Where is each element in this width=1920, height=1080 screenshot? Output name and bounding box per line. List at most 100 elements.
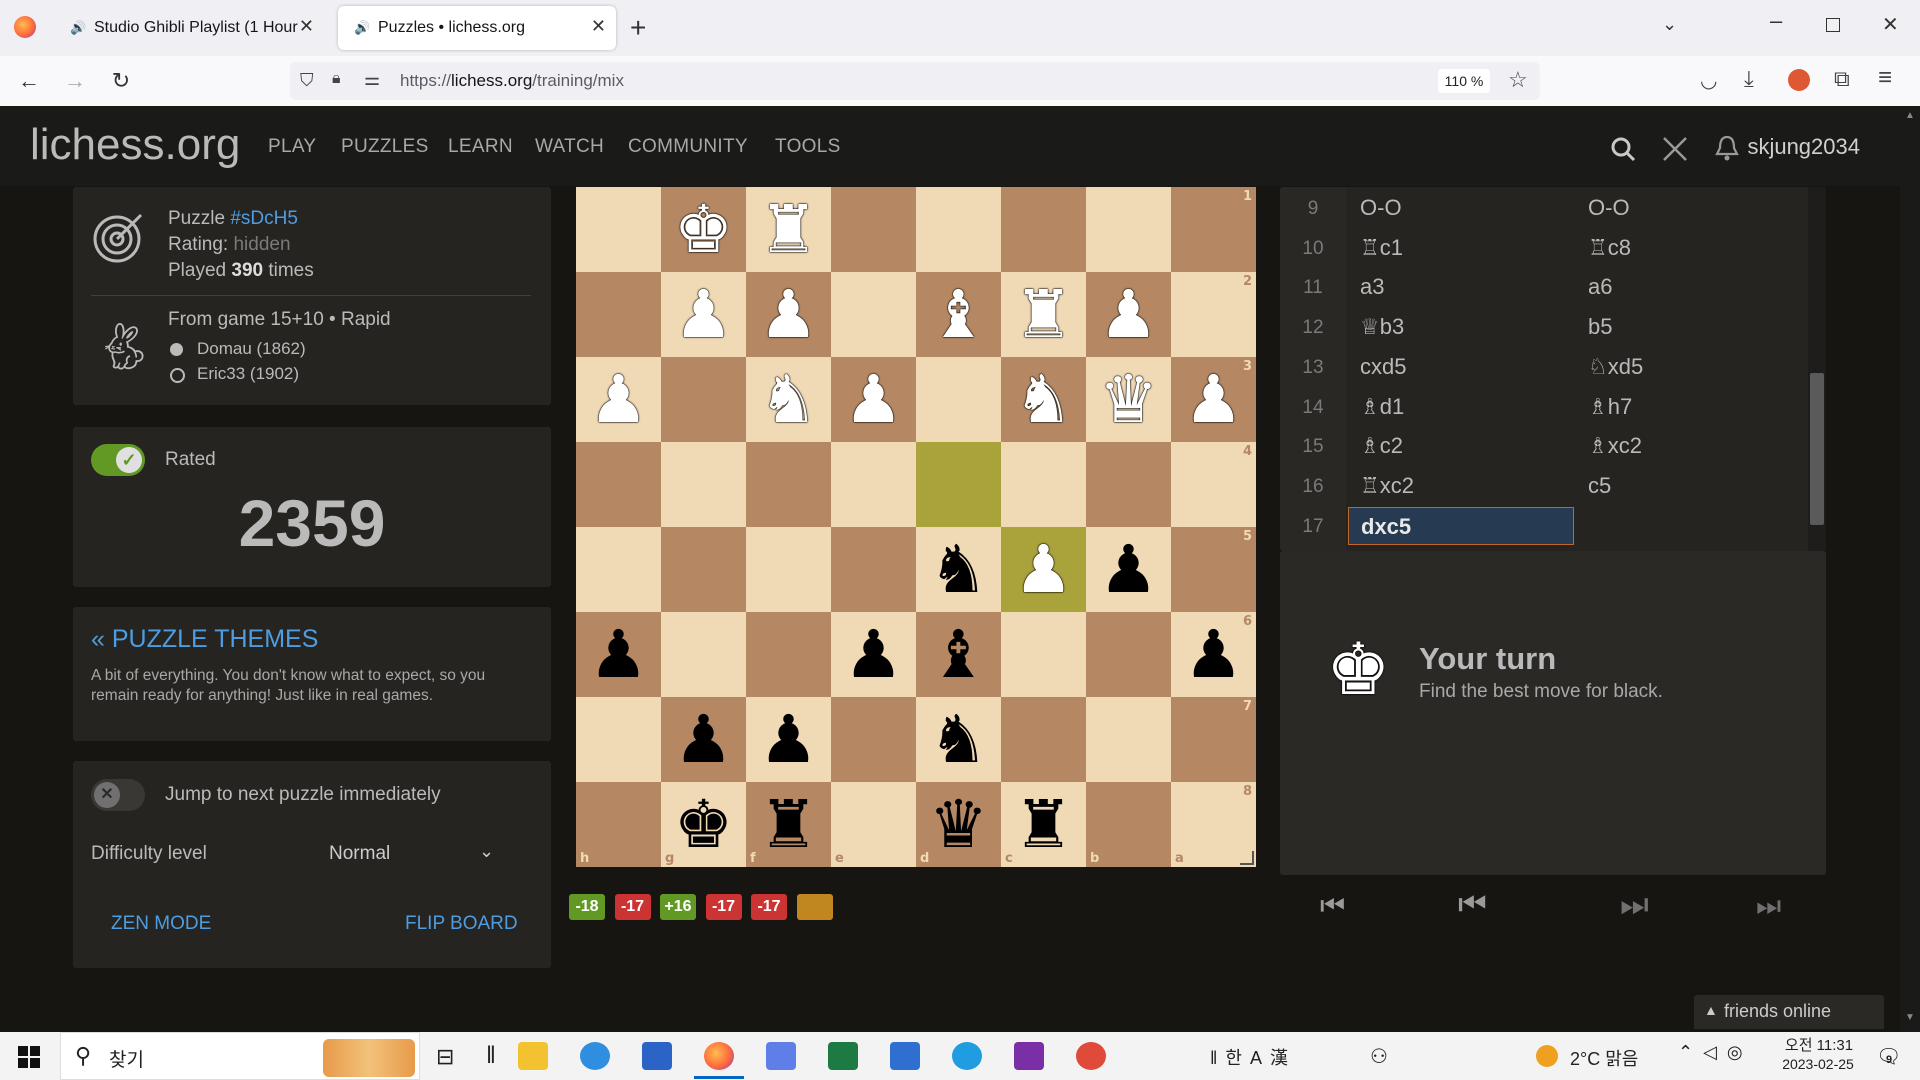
white-pawn-piece[interactable]: ♟ bbox=[674, 281, 733, 348]
friends-online-bar[interactable]: ▲ friends online bbox=[1694, 995, 1884, 1029]
black-move[interactable]: ♖c8 bbox=[1588, 235, 1631, 261]
board-square[interactable]: ♟ bbox=[831, 612, 916, 697]
nav-tools[interactable]: TOOLS bbox=[775, 136, 841, 158]
board-square[interactable] bbox=[746, 442, 831, 527]
board-square[interactable]: ♟ 6 bbox=[1171, 612, 1256, 697]
history-badge[interactable]: -18 bbox=[569, 894, 605, 920]
black-pawn-piece[interactable]: ♟ bbox=[1099, 536, 1158, 603]
board-square[interactable] bbox=[576, 272, 661, 357]
url-text[interactable]: https://lichess.org/training/mix bbox=[400, 71, 624, 91]
board-square[interactable] bbox=[916, 442, 1001, 527]
board-square[interactable] bbox=[576, 697, 661, 782]
pocket-icon[interactable]: ◡ bbox=[1700, 68, 1717, 93]
board-square[interactable]: e bbox=[831, 782, 916, 867]
white-move[interactable]: cxd5 bbox=[1360, 354, 1406, 380]
rated-toggle[interactable]: ✓ bbox=[91, 444, 145, 476]
board-square[interactable]: ♟ 3 bbox=[1171, 357, 1256, 442]
board-square[interactable]: ♟ bbox=[831, 357, 916, 442]
tab-studio-ghibli[interactable]: 🔊 Studio Ghibli Playlist (1 Hour o ✕ bbox=[54, 6, 324, 50]
weather-text[interactable]: 2°C 맑음 bbox=[1570, 1045, 1638, 1071]
board-square[interactable] bbox=[1086, 612, 1171, 697]
black-player[interactable]: Eric33 (1902) bbox=[197, 364, 299, 384]
people-icon[interactable]: ⚇ bbox=[1370, 1044, 1388, 1069]
mail-icon[interactable] bbox=[890, 1042, 920, 1070]
board-square[interactable]: ♝ bbox=[916, 612, 1001, 697]
white-move[interactable]: ♕b3 bbox=[1360, 314, 1404, 340]
board-square[interactable]: ♜ bbox=[746, 187, 831, 272]
jump-next-toggle[interactable]: ✕ bbox=[91, 779, 145, 811]
board-square[interactable]: 5 bbox=[1171, 527, 1256, 612]
white-move[interactable]: ♖xc2 bbox=[1360, 473, 1414, 499]
board-square[interactable]: ♞ bbox=[916, 527, 1001, 612]
ime-toolbar-icons[interactable]: ‖한A漢 bbox=[1210, 1044, 1296, 1070]
excel-icon[interactable] bbox=[828, 1042, 858, 1070]
white-king-piece[interactable]: ♚ bbox=[674, 196, 733, 263]
board-square[interactable] bbox=[746, 612, 831, 697]
white-move[interactable]: O-O bbox=[1360, 195, 1402, 221]
board-square[interactable]: ♚ g bbox=[661, 782, 746, 867]
black-bishop-piece[interactable]: ♝ bbox=[929, 621, 988, 688]
board-square[interactable]: ♟ bbox=[1086, 527, 1171, 612]
board-square[interactable]: b bbox=[1086, 782, 1171, 867]
white-rook-piece[interactable]: ♜ bbox=[1014, 281, 1073, 348]
board-square[interactable]: ♛ d bbox=[916, 782, 1001, 867]
microsoft-store-icon[interactable] bbox=[642, 1042, 672, 1070]
black-move[interactable]: b5 bbox=[1588, 314, 1612, 340]
prev-move-icon[interactable]: ⏮︎ bbox=[1458, 886, 1487, 924]
white-pawn-piece[interactable]: ♟ bbox=[1014, 536, 1073, 603]
black-pawn-piece[interactable]: ♟ bbox=[1184, 621, 1243, 688]
white-knight-piece[interactable]: ♞ bbox=[1014, 366, 1073, 433]
white-move[interactable]: ♗d1 bbox=[1360, 394, 1404, 420]
edge-icon[interactable] bbox=[952, 1042, 982, 1070]
board-square[interactable] bbox=[661, 357, 746, 442]
tray-icons[interactable]: ⌃◁◎ bbox=[1678, 1042, 1753, 1063]
board-square[interactable]: ♟ bbox=[661, 272, 746, 357]
next-move-icon[interactable]: ⏭︎ bbox=[1620, 886, 1649, 924]
nav-puzzles[interactable]: PUZZLES bbox=[341, 136, 429, 158]
last-move-icon[interactable]: ⏭ bbox=[1756, 890, 1781, 923]
hamburger-menu-icon[interactable]: ≡ bbox=[1878, 64, 1892, 92]
white-pawn-piece[interactable]: ♟ bbox=[1099, 281, 1158, 348]
close-tab-icon[interactable]: ✕ bbox=[591, 16, 606, 37]
nav-learn[interactable]: LEARN bbox=[448, 136, 513, 158]
scroll-up-icon[interactable]: ▲ bbox=[1905, 110, 1915, 121]
close-window-icon[interactable]: ✕ bbox=[1882, 12, 1899, 37]
board-square[interactable]: ♟ bbox=[746, 272, 831, 357]
black-move[interactable]: ♗xc2 bbox=[1588, 433, 1642, 459]
black-move[interactable]: ♘xd5 bbox=[1588, 354, 1643, 380]
board-square[interactable] bbox=[746, 527, 831, 612]
black-pawn-piece[interactable]: ♟ bbox=[759, 706, 818, 773]
username-link[interactable]: skjung2034 bbox=[1747, 134, 1860, 160]
tab-lichess-puzzles[interactable]: 🔊 Puzzles • lichess.org ✕ bbox=[338, 6, 616, 50]
white-player[interactable]: Domau (1862) bbox=[197, 339, 306, 359]
board-resize-handle[interactable] bbox=[1240, 851, 1254, 865]
white-pawn-piece[interactable]: ♟ bbox=[589, 366, 648, 433]
board-square[interactable]: 1 bbox=[1171, 187, 1256, 272]
history-badge[interactable]: -17 bbox=[751, 894, 787, 920]
white-rook-piece[interactable]: ♜ bbox=[759, 196, 818, 263]
black-king-piece[interactable]: ♚ bbox=[674, 791, 733, 858]
board-square[interactable] bbox=[576, 187, 661, 272]
white-move[interactable]: a3 bbox=[1360, 274, 1384, 300]
board-square[interactable]: ♜ bbox=[1001, 272, 1086, 357]
chess-board[interactable]: ♚ ♜ 1 ♟ ♟ ♝ ♜ ♟ 2 ♟ ♞ ♟ ♞ ♛ ♟ 3 4 ♞ ♟ ♟ 5 ♟ ♟ ♝ ♟ 6 ♟ ♟ ♞ 7 h ♚ g ♜ f e ♛ d ♜ c… bbox=[576, 187, 1256, 867]
board-square[interactable]: 4 bbox=[1171, 442, 1256, 527]
black-pawn-piece[interactable]: ♟ bbox=[674, 706, 733, 773]
permissions-icon[interactable]: ⚌ bbox=[364, 69, 380, 90]
zoom-level[interactable]: 110 % bbox=[1438, 69, 1490, 93]
white-queen-piece[interactable]: ♛ bbox=[1099, 366, 1158, 433]
close-tab-icon[interactable]: ✕ bbox=[299, 16, 314, 37]
minimize-window-icon[interactable]: – bbox=[1770, 8, 1782, 34]
clock-time[interactable]: 오전 11:31 bbox=[1774, 1034, 1864, 1055]
new-tab-button[interactable]: + bbox=[630, 12, 646, 44]
scroll-down-icon[interactable]: ▼ bbox=[1905, 1012, 1915, 1023]
board-square[interactable]: ♚ bbox=[661, 187, 746, 272]
history-badge[interactable]: -17 bbox=[705, 894, 742, 920]
board-square[interactable] bbox=[1086, 697, 1171, 782]
board-square[interactable]: ♜ c bbox=[1001, 782, 1086, 867]
board-square[interactable]: ♝ bbox=[916, 272, 1001, 357]
board-square[interactable] bbox=[916, 357, 1001, 442]
white-pawn-piece[interactable]: ♟ bbox=[1184, 366, 1243, 433]
board-square[interactable] bbox=[1001, 612, 1086, 697]
white-pawn-piece[interactable]: ♟ bbox=[844, 366, 903, 433]
